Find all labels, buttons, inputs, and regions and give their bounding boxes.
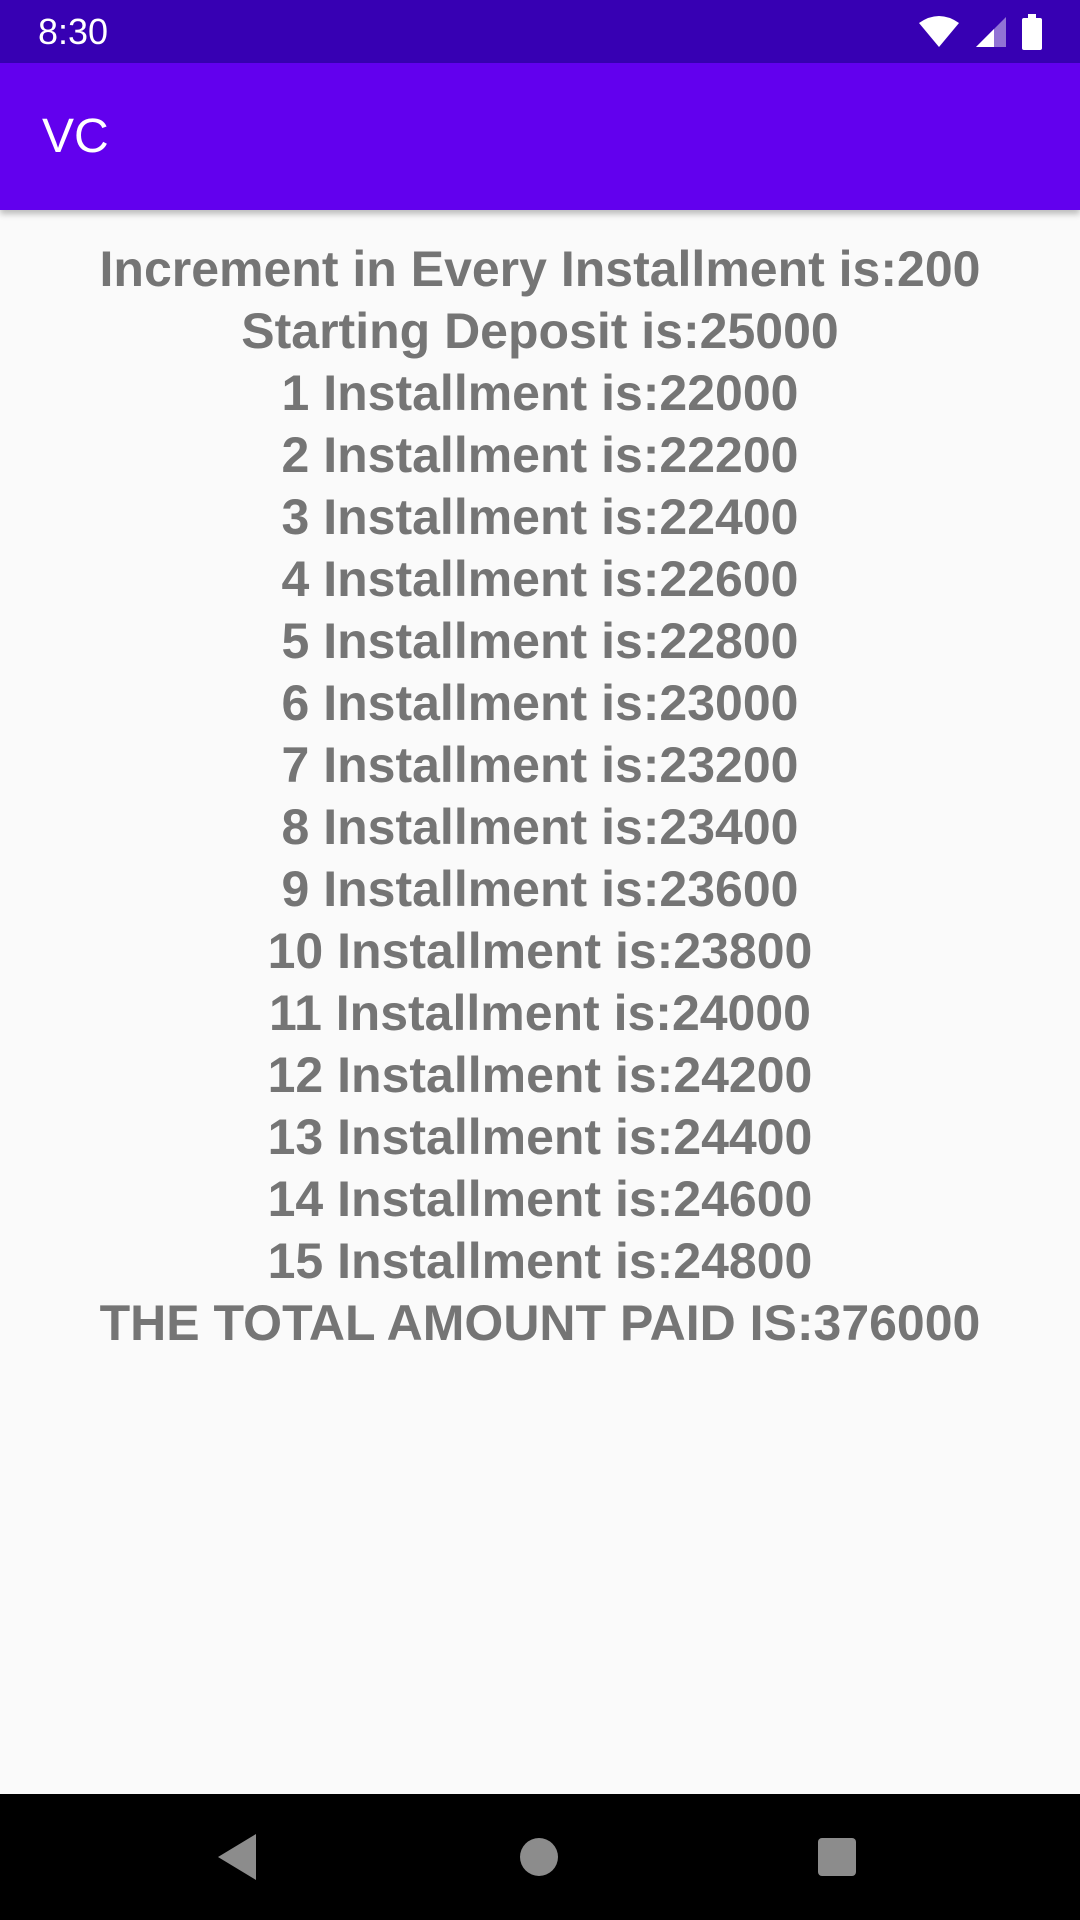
installment-row: 15 Installment is:24800 — [267, 1233, 813, 1289]
increment-text: Increment in Every Installment is:200 — [99, 241, 981, 297]
installment-row: 3 Installment is:22400 — [281, 489, 799, 545]
battery-icon — [1022, 14, 1042, 50]
wifi-icon — [919, 16, 959, 47]
app-bar: VC — [0, 63, 1080, 210]
installment-row: 8 Installment is:23400 — [281, 799, 799, 855]
starting-deposit-text: Starting Deposit is:25000 — [241, 303, 839, 359]
status-bar: 8:30 — [0, 0, 1080, 63]
installment-list: Increment in Every Installment is:200 St… — [0, 238, 1080, 1354]
installment-row: 6 Installment is:23000 — [281, 675, 799, 731]
app-title: VC — [42, 110, 109, 163]
installment-row: 4 Installment is:22600 — [281, 551, 799, 607]
installment-row: 1 Installment is:22000 — [281, 365, 799, 421]
total-amount-text: THE TOTAL AMOUNT PAID IS:376000 — [99, 1295, 981, 1351]
installment-row: 13 Installment is:24400 — [267, 1109, 813, 1165]
back-icon[interactable] — [218, 1834, 256, 1880]
installment-row: 14 Installment is:24600 — [267, 1171, 813, 1227]
installment-row: 9 Installment is:23600 — [281, 861, 799, 917]
installment-row: 2 Installment is:22200 — [281, 427, 799, 483]
installment-row: 7 Installment is:23200 — [281, 737, 799, 793]
installment-row: 10 Installment is:23800 — [267, 923, 813, 979]
home-icon[interactable] — [520, 1838, 558, 1876]
recents-icon[interactable] — [818, 1838, 856, 1876]
cell-signal-icon — [976, 17, 1006, 47]
installment-row: 5 Installment is:22800 — [281, 613, 799, 669]
status-time: 8:30 — [38, 11, 109, 52]
navigation-bar — [0, 1794, 1080, 1920]
installment-row: 12 Installment is:24200 — [267, 1047, 813, 1103]
status-icons — [918, 12, 1042, 52]
installment-row: 11 Installment is:24000 — [269, 985, 811, 1041]
